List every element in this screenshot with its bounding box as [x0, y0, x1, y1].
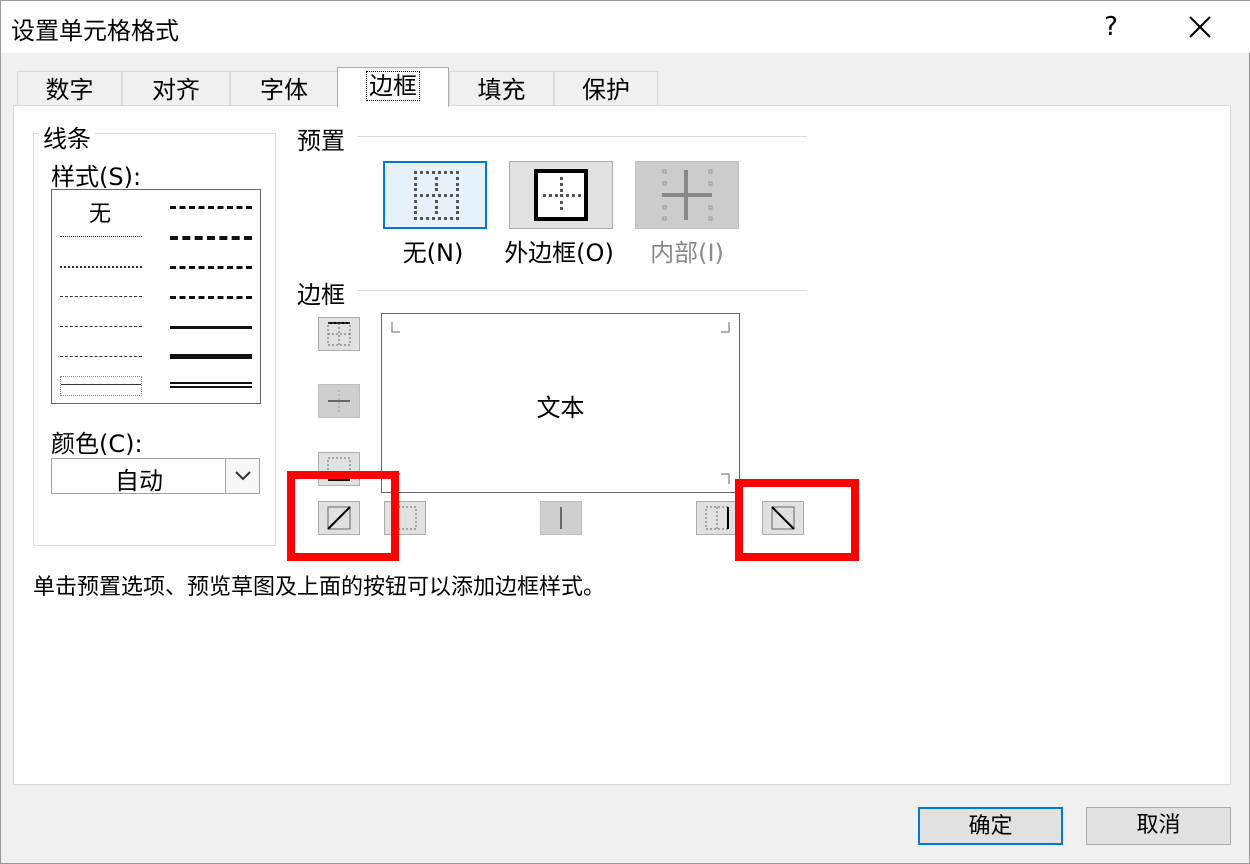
border-preview[interactable]: 文本 — [381, 313, 740, 493]
border-inside-horizontal-icon — [328, 390, 350, 412]
border-title: 边框 — [297, 281, 345, 309]
preset-outline-label: 外边框(O) — [504, 239, 614, 267]
tab-font[interactable]: 字体 — [230, 71, 338, 107]
color-select[interactable]: 自动 — [51, 458, 260, 495]
hint-text: 单击预置选项、预览草图及上面的按钮可以添加边框样式。 — [33, 575, 606, 600]
line-style-none-label: 无 — [88, 202, 111, 227]
border-left-button[interactable] — [384, 501, 426, 535]
line-style-medium-dashed[interactable] — [170, 287, 252, 307]
diagonal-up-icon — [327, 506, 351, 530]
border-left-icon — [393, 506, 417, 530]
line-style-dash-dot-dot[interactable] — [60, 287, 142, 307]
tab-label: 字体 — [260, 76, 308, 104]
line-style-dotted[interactable] — [60, 257, 142, 277]
tab-number[interactable]: 数字 — [17, 71, 122, 107]
preset-none-icon — [414, 171, 459, 220]
title-bar: 设置单元格格式 ? — [1, 1, 1250, 53]
border-top-icon — [327, 322, 351, 346]
presets-title: 预置 — [297, 127, 345, 155]
preview-text: 文本 — [536, 394, 585, 422]
line-style-dashed[interactable] — [60, 347, 142, 367]
border-inside-vertical-button[interactable] — [540, 501, 582, 535]
tab-border[interactable]: 边框 — [337, 67, 449, 107]
line-style-medium-dash-dot-dot[interactable] — [170, 197, 252, 217]
border-inside-vertical-icon — [560, 507, 562, 529]
border-inside-horizontal-button[interactable] — [318, 384, 360, 418]
line-style-thin[interactable] — [60, 376, 142, 396]
preset-none-label: 无(N) — [402, 239, 464, 267]
chevron-down-icon[interactable] — [225, 459, 259, 493]
line-group-title: 线条 — [39, 119, 95, 154]
preset-none-button[interactable] — [383, 161, 487, 229]
border-bottom-button[interactable] — [318, 452, 360, 486]
tab-protection[interactable]: 保护 — [554, 71, 658, 107]
line-style-medium-dash-dot[interactable] — [170, 257, 252, 277]
preset-inside-button[interactable] — [635, 161, 739, 229]
line-style-hair[interactable] — [60, 227, 142, 247]
line-style-medium[interactable] — [170, 317, 252, 337]
color-select-value: 自动 — [115, 467, 163, 495]
border-right-button[interactable] — [696, 501, 738, 535]
presets-divider — [357, 136, 807, 137]
style-label: 样式(S): — [51, 163, 142, 191]
ok-button[interactable]: 确定 — [918, 807, 1063, 845]
preset-inside-icon — [662, 169, 713, 221]
help-button[interactable]: ? — [1093, 7, 1129, 47]
close-button[interactable] — [1177, 7, 1223, 47]
diagonal-down-icon — [771, 506, 795, 530]
line-style-dash-dot[interactable] — [60, 317, 142, 337]
border-diagonal-up-button[interactable] — [318, 501, 360, 535]
border-top-button[interactable] — [318, 317, 360, 351]
border-right-icon — [705, 506, 729, 530]
line-style-list: 无 — [51, 189, 261, 404]
tab-fill[interactable]: 填充 — [449, 71, 554, 107]
tab-label: 保护 — [582, 76, 630, 104]
color-label: 颜色(C): — [51, 430, 143, 458]
tab-label: 填充 — [477, 76, 526, 104]
line-style-thick[interactable] — [170, 347, 252, 367]
cancel-button[interactable]: 取消 — [1086, 807, 1231, 845]
dialog-title: 设置单元格格式 — [11, 17, 179, 45]
tab-label: 边框 — [366, 71, 420, 101]
preset-outline-icon — [534, 169, 588, 221]
tab-alignment[interactable]: 对齐 — [122, 71, 230, 107]
tab-label: 数字 — [45, 76, 94, 104]
format-cells-dialog: 设置单元格格式 ? 数字 对齐 字体 边框 填充 保护 线条 样式(S): 无 — [0, 0, 1250, 864]
border-bottom-icon — [327, 457, 351, 481]
line-style-slant-dash-dot[interactable] — [170, 227, 252, 247]
close-icon — [1189, 16, 1211, 38]
line-style-none[interactable]: 无 — [60, 196, 140, 227]
border-divider — [357, 290, 807, 291]
preset-outline-button[interactable] — [509, 161, 613, 229]
border-diagonal-down-button[interactable] — [762, 501, 804, 535]
preset-inside-label: 内部(I) — [650, 239, 724, 267]
line-style-double[interactable] — [170, 376, 252, 396]
tab-label: 对齐 — [152, 76, 200, 104]
